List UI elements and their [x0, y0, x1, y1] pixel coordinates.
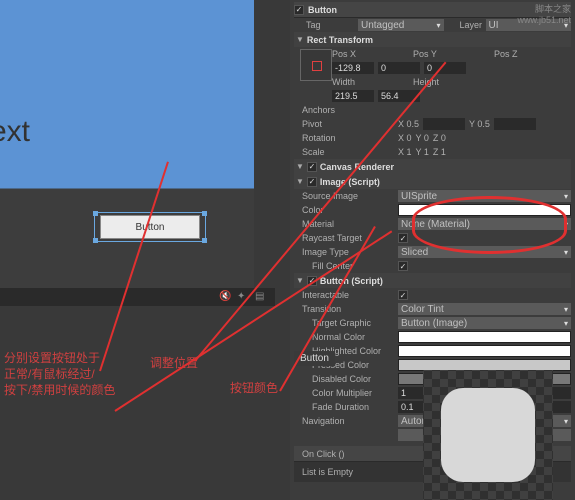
- collapse-icon: ▼: [296, 35, 304, 44]
- raycast-checkbox[interactable]: ✓: [398, 233, 408, 243]
- image-script-header[interactable]: ▼✓ Image (Script): [294, 174, 571, 189]
- scene-toolbar: 🔇 ✦ ▤: [0, 288, 275, 306]
- anchors-label[interactable]: Anchors: [294, 105, 394, 115]
- highlighted-color-field[interactable]: [398, 345, 571, 357]
- annotation-button-color: 按钮颜色: [230, 380, 278, 396]
- fill-center-checkbox[interactable]: ✓: [398, 261, 408, 271]
- preview-panel: [423, 370, 553, 500]
- preview-label: Button: [294, 351, 335, 366]
- interactable-checkbox[interactable]: ✓: [398, 290, 408, 300]
- tag-dropdown[interactable]: Untagged: [358, 19, 444, 31]
- preview-shape: [441, 388, 535, 482]
- transition-dropdown[interactable]: Color Tint: [398, 303, 571, 315]
- layer-label: Layer: [448, 20, 482, 30]
- posx-field[interactable]: [332, 62, 374, 74]
- pivot-x[interactable]: [423, 118, 465, 130]
- button-script-header[interactable]: ▼✓ Button (Script): [294, 273, 571, 288]
- width-field[interactable]: [332, 90, 374, 102]
- ui-button[interactable]: Button: [100, 215, 200, 239]
- annotation-position: 调整位置: [150, 355, 198, 371]
- enabled-checkbox[interactable]: ✓: [294, 5, 304, 15]
- target-graphic-field[interactable]: Button (Image): [398, 317, 571, 329]
- rect-transform-header[interactable]: ▼ Rect Transform: [294, 32, 571, 47]
- onclick-header: On Click (): [294, 449, 394, 459]
- fx-icon[interactable]: ✦: [237, 291, 249, 303]
- normal-color-field[interactable]: [398, 331, 571, 343]
- posy-field[interactable]: [378, 62, 420, 74]
- height-field[interactable]: [378, 90, 420, 102]
- watermark: 脚本之家 www.jb51.net: [517, 2, 571, 25]
- canvas-renderer-header[interactable]: ▼✓ Canvas Renderer: [294, 159, 571, 174]
- source-image-field[interactable]: UISprite: [398, 190, 571, 202]
- pivot-y[interactable]: [494, 118, 536, 130]
- image-color-field[interactable]: [398, 204, 571, 216]
- anchor-preset[interactable]: [300, 49, 332, 81]
- image-type-dropdown[interactable]: Sliced: [398, 246, 571, 258]
- gizmo-icon[interactable]: ▤: [255, 291, 267, 303]
- scene-view[interactable]: Text Button: [0, 0, 254, 290]
- posz-field[interactable]: [424, 62, 466, 74]
- text-element[interactable]: Text: [0, 115, 30, 149]
- object-name[interactable]: Button: [308, 5, 337, 15]
- annotation-colors: 分别设置按钮处于 正常/有鼠标经过/ 按下/禁用时候的颜色: [4, 350, 115, 398]
- material-field[interactable]: None (Material): [398, 218, 571, 230]
- audio-icon[interactable]: 🔇: [219, 291, 231, 303]
- onclick-empty: List is Empty: [294, 467, 394, 477]
- scene-panel: Text Button 🔇 ✦ ▤ 分别设置按钮处于 正常/有鼠标经过/ 按下/…: [0, 0, 290, 500]
- tag-label: Tag: [294, 20, 354, 30]
